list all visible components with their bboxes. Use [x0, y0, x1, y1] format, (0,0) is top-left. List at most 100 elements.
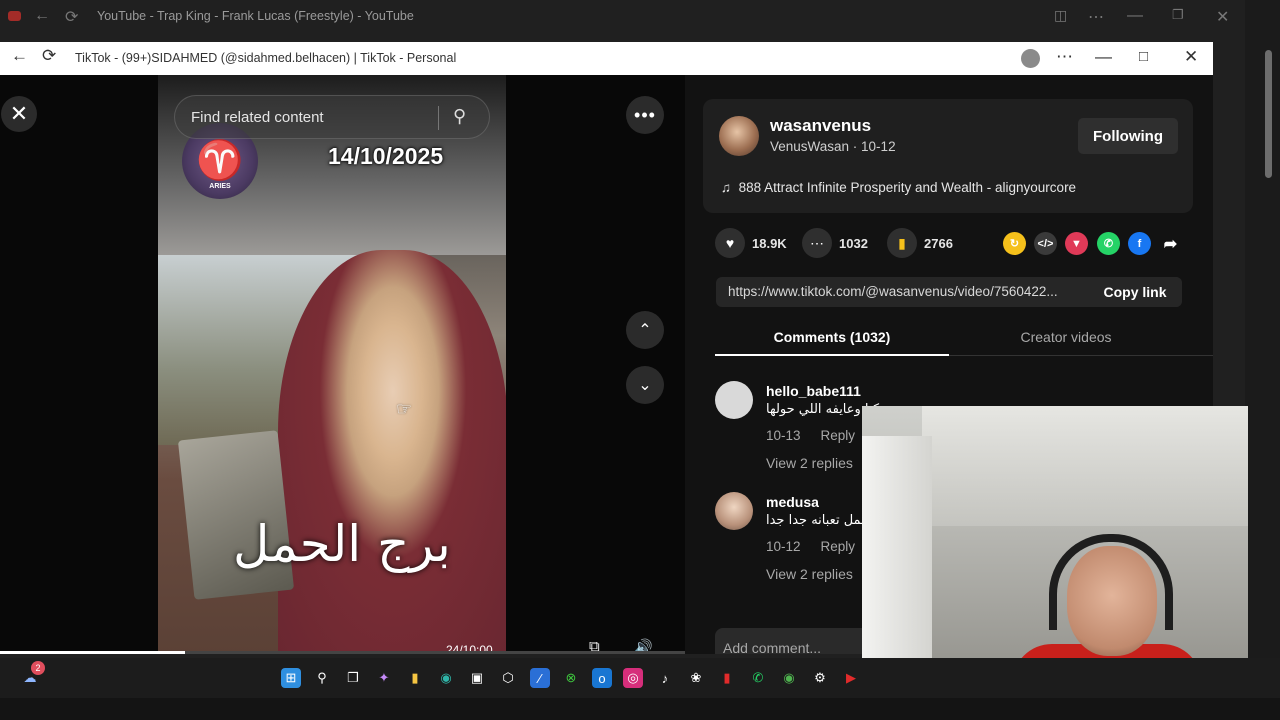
- next-video-button[interactable]: ⌄: [626, 366, 664, 404]
- music-link[interactable]: ♫ 888 Attract Infinite Prosperity and We…: [721, 180, 1076, 195]
- music-title: 888 Attract Infinite Prosperity and Weal…: [738, 180, 1077, 195]
- copilot-icon[interactable]: ✦: [374, 668, 394, 688]
- video-arabic-overlay: برج الحمل: [233, 515, 451, 573]
- creator-username[interactable]: wasanvenus: [770, 116, 871, 136]
- app-icon[interactable]: ∕: [530, 668, 550, 688]
- search-icon[interactable]: ⚲: [453, 106, 466, 127]
- search-placeholder: Find related content: [191, 109, 324, 126]
- following-button[interactable]: Following: [1078, 118, 1178, 154]
- comment-meta: 10-12 Reply: [766, 539, 855, 554]
- video-progress-bar[interactable]: [0, 651, 685, 654]
- view-replies-button[interactable]: View 2 replies: [766, 455, 853, 471]
- tiktok-window-titlebar[interactable]: ← ⟳ TikTok - (99+)SIDAHMED (@sidahmed.be…: [0, 42, 1213, 75]
- refresh-icon[interactable]: ⟳: [42, 46, 56, 66]
- embed-code-icon[interactable]: </>: [1034, 232, 1057, 255]
- app-icon[interactable]: ▮: [717, 668, 737, 688]
- engagement-actions: ♥ 18.9K ⋯ 1032 ▮ 2766 ↻ </> ▼ ✆ f ➦: [715, 228, 1185, 260]
- edge-icon[interactable]: ◉: [436, 668, 456, 688]
- facebook-icon[interactable]: f: [1128, 232, 1151, 255]
- comment-avatar[interactable]: [715, 492, 753, 530]
- creator-avatar[interactable]: [719, 116, 759, 156]
- comment-avatar[interactable]: [715, 381, 753, 419]
- hand-cursor-icon: ☞: [396, 399, 413, 419]
- scrollbar-thumb[interactable]: [1265, 50, 1272, 178]
- profile-avatar-icon[interactable]: [1021, 49, 1040, 68]
- start-menu-icon[interactable]: ⊞: [281, 668, 301, 688]
- view-replies-button[interactable]: View 2 replies: [766, 566, 853, 582]
- heart-icon: ♥: [715, 228, 745, 258]
- add-comment-placeholder: Add comment...: [723, 640, 822, 654]
- restore-icon[interactable]: ❐: [1172, 7, 1184, 23]
- close-icon[interactable]: ✕: [1184, 47, 1198, 67]
- whatsapp-icon[interactable]: ✆: [748, 668, 768, 688]
- minimize-icon[interactable]: —: [1127, 7, 1143, 25]
- creator-card: wasanvenus VenusWasan · 10-12 Following …: [703, 99, 1193, 213]
- comment-reply-button[interactable]: Reply: [821, 428, 856, 443]
- back-arrow-icon[interactable]: ←: [11, 46, 28, 66]
- windows-taskbar: ☁ 2 ⊞ ⚲ ❐ ✦ ▮ ◉ ▣ ⬡ ∕ ⊗ o ◎ ♪ ❀ ▮ ✆ ◉ ⚙ …: [0, 658, 1280, 698]
- youtube-icon[interactable]: ▶: [841, 668, 861, 688]
- send-to-friends-icon[interactable]: ▼: [1065, 232, 1088, 255]
- previous-video-button[interactable]: ⌃: [626, 311, 664, 349]
- background-window-titlebar[interactable]: ← ⟳ YouTube - Trap King - Frank Lucas (F…: [0, 0, 1245, 34]
- more-options-button[interactable]: •••: [626, 96, 664, 134]
- video-player[interactable]: ♈ ARIES 14/10/2025 برج الحمل 24/10:00 Fi…: [158, 75, 506, 654]
- bookmark-icon: ▮: [887, 228, 917, 258]
- microsoft-store-icon[interactable]: ▣: [467, 668, 487, 688]
- tab-creator-videos[interactable]: Creator videos: [949, 329, 1183, 345]
- task-view-icon[interactable]: ❐: [343, 668, 363, 688]
- maximize-icon[interactable]: □: [1139, 48, 1148, 65]
- video-date-overlay: 14/10/2025: [328, 143, 444, 169]
- more-options-icon[interactable]: ⋯: [1088, 7, 1104, 27]
- instagram-icon[interactable]: ◎: [623, 668, 643, 688]
- webcam-door: [862, 436, 932, 696]
- find-related-search[interactable]: Find related content ⚲: [174, 95, 490, 139]
- comment-bubble-icon: ⋯: [802, 228, 832, 258]
- file-explorer-icon[interactable]: ▮: [405, 668, 425, 688]
- comments-tabs: Comments (1032) Creator videos: [715, 320, 1213, 356]
- video-link-box: https://www.tiktok.com/@wasanvenus/video…: [716, 277, 1182, 307]
- app-install-icon[interactable]: ◫: [1054, 7, 1067, 24]
- comment-action[interactable]: ⋯ 1032: [802, 228, 868, 258]
- comment-reply-button[interactable]: Reply: [821, 539, 856, 554]
- tiktok-window-title: TikTok - (99+)SIDAHMED (@sidahmed.belhac…: [75, 51, 457, 65]
- copy-link-button[interactable]: Copy link: [1088, 277, 1182, 307]
- like-action[interactable]: ♥ 18.9K: [715, 228, 787, 258]
- video-progress-fill: [0, 651, 185, 654]
- whatsapp-icon[interactable]: ✆: [1097, 232, 1120, 255]
- comment-date: 10-13: [766, 428, 801, 443]
- bottom-strip: [0, 698, 1280, 720]
- youtube-app-icon: [8, 11, 21, 21]
- share-arrow-icon[interactable]: ➦: [1159, 232, 1182, 255]
- save-count: 2766: [924, 235, 953, 251]
- tiktok-icon[interactable]: ♪: [655, 668, 675, 688]
- more-options-icon[interactable]: ⋯: [1056, 47, 1073, 67]
- minimize-icon[interactable]: —: [1095, 47, 1112, 67]
- close-icon[interactable]: ✕: [1216, 7, 1229, 27]
- search-icon[interactable]: ⚲: [312, 668, 332, 688]
- back-arrow-icon[interactable]: ←: [34, 7, 50, 25]
- refresh-icon[interactable]: ⟳: [65, 7, 78, 27]
- search-divider: [438, 106, 439, 130]
- tab-comments[interactable]: Comments (1032): [715, 329, 949, 345]
- comment-meta: 10-13 Reply: [766, 428, 855, 443]
- save-action[interactable]: ▮ 2766: [887, 228, 953, 258]
- more-dots-icon: •••: [634, 104, 656, 125]
- video-url[interactable]: https://www.tiktok.com/@wasanvenus/video…: [728, 284, 1058, 299]
- comment-username[interactable]: medusa: [766, 494, 819, 510]
- background-window-scrollbar[interactable]: [1245, 0, 1280, 720]
- close-video-button[interactable]: ✕: [1, 96, 37, 132]
- xbox-icon[interactable]: ⊗: [561, 668, 581, 688]
- app-icon[interactable]: ◉: [779, 668, 799, 688]
- chatgpt-icon[interactable]: ❀: [686, 668, 706, 688]
- creator-subtitle: VenusWasan · 10-12: [770, 139, 896, 154]
- chevron-up-icon: ⌃: [638, 322, 652, 339]
- app-icon[interactable]: ⬡: [498, 668, 518, 688]
- settings-icon[interactable]: ⚙: [810, 668, 830, 688]
- video-person: [278, 250, 506, 654]
- repost-icon[interactable]: ↻: [1003, 232, 1026, 255]
- comment-username[interactable]: hello_babe111: [766, 383, 861, 399]
- comment-date: 10-12: [766, 539, 801, 554]
- webcam-overlay: [862, 406, 1248, 696]
- outlook-icon[interactable]: o: [592, 668, 612, 688]
